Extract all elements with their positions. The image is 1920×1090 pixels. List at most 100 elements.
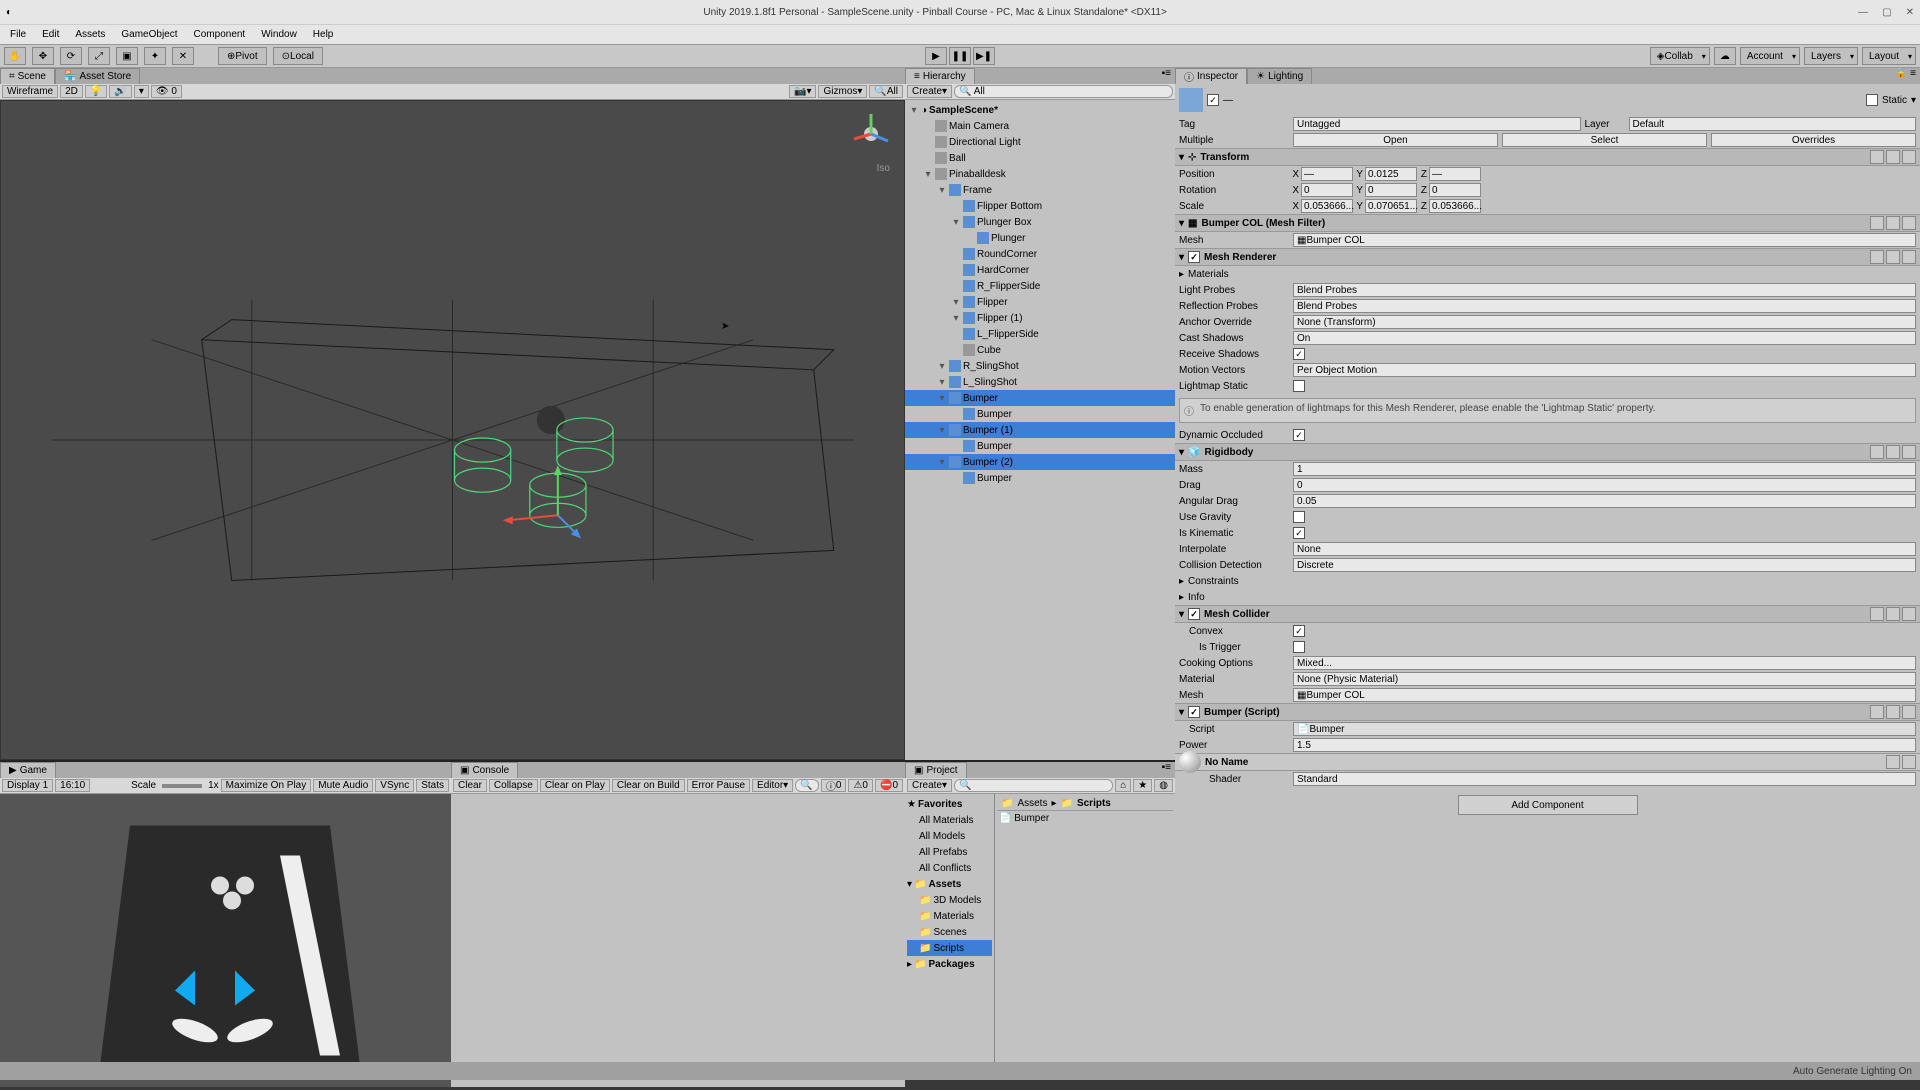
audio-toggle-icon[interactable]: 🔊	[109, 85, 131, 98]
hierarchy-item[interactable]: ▾ Flipper	[905, 294, 1175, 310]
close-icon[interactable]: ✕	[1906, 7, 1914, 18]
pos-z[interactable]: —	[1429, 167, 1481, 181]
hierarchy-item[interactable]: Directional Light	[905, 134, 1175, 150]
hierarchy-tree[interactable]: ▾◑ SampleScene* Main Camera Directional …	[905, 100, 1175, 760]
tab-hierarchy[interactable]: ≡ Hierarchy	[905, 68, 975, 84]
console-editor[interactable]: Editor ▾	[752, 779, 793, 792]
camera-icon[interactable]: 📷▾	[789, 85, 816, 98]
istrigger-checkbox[interactable]	[1293, 641, 1305, 653]
pause-button[interactable]: ❚❚	[949, 47, 971, 65]
add-component-button[interactable]: Add Component	[1458, 795, 1638, 815]
rot-x[interactable]: 0	[1301, 183, 1353, 197]
tab-asset-store[interactable]: 🏪Asset Store	[55, 68, 140, 84]
prefab-overrides[interactable]: Overrides	[1711, 133, 1916, 147]
hierarchy-item[interactable]: ▾ Frame	[905, 182, 1175, 198]
minimize-icon[interactable]: —	[1858, 7, 1868, 18]
filter-icon[interactable]: ⌂	[1115, 779, 1131, 792]
project-create[interactable]: Create ▾	[907, 779, 952, 792]
hierarchy-item[interactable]: Main Camera	[905, 118, 1175, 134]
hierarchy-item[interactable]: ▾◑ SampleScene*	[905, 102, 1175, 118]
tab-scene[interactable]: ⌗Scene	[0, 68, 55, 84]
project-folders[interactable]: ★Favorites All Materials All Models All …	[905, 794, 995, 1080]
tab-project[interactable]: ▣ Project	[905, 762, 967, 778]
pivot-toggle[interactable]: ⊕ Pivot	[218, 47, 267, 65]
gear-icon[interactable]	[1902, 150, 1916, 164]
vsync-toggle[interactable]: VSync	[375, 779, 414, 792]
fx-toggle-icon[interactable]: ▾	[134, 85, 149, 98]
mass-field[interactable]: 1	[1293, 462, 1916, 476]
tab-game[interactable]: ▶ Game	[0, 762, 56, 778]
menu-edit[interactable]: Edit	[36, 27, 65, 42]
hierarchy-item[interactable]: Plunger	[905, 230, 1175, 246]
meshcollider-header[interactable]: ▾ ✓ Mesh Collider	[1175, 605, 1920, 623]
warn-count-icon[interactable]: ⚠0	[848, 779, 873, 792]
account-dropdown[interactable]: Account	[1740, 47, 1800, 65]
favorite-icon[interactable]: ★	[1133, 779, 1152, 792]
power-field[interactable]: 1.5	[1293, 738, 1916, 752]
pos-x[interactable]: —	[1301, 167, 1353, 181]
scale-tool-icon[interactable]: ⤢	[88, 47, 110, 65]
hidden-icon[interactable]: ◍	[1154, 779, 1173, 792]
console-search[interactable]: 🔍	[795, 779, 819, 792]
prefab-open[interactable]: Open	[1293, 133, 1498, 147]
reflprobes-dropdown[interactable]: Blend Probes	[1293, 299, 1916, 313]
gizmos-dropdown[interactable]: Gizmos ▾	[818, 85, 867, 98]
hierarchy-item[interactable]: Ball	[905, 150, 1175, 166]
recshadow-checkbox[interactable]: ✓	[1293, 348, 1305, 360]
rotate-tool-icon[interactable]: ⟳	[60, 47, 82, 65]
meshrenderer-header[interactable]: ▾ ✓ Mesh Renderer	[1175, 248, 1920, 266]
hierarchy-item[interactable]: HardCorner	[905, 262, 1175, 278]
script-field[interactable]: 📄 Bumper	[1293, 722, 1916, 736]
console-clear[interactable]: Clear	[453, 779, 487, 792]
hierarchy-item[interactable]: ▾ Pinaballdesk	[905, 166, 1175, 182]
console-collapse[interactable]: Collapse	[489, 779, 538, 792]
panel-menu-icon[interactable]: ▪≡	[1158, 68, 1175, 84]
scene-view[interactable]: Iso ➤	[0, 100, 905, 760]
hierarchy-create[interactable]: Create ▾	[907, 85, 952, 98]
folder-materials[interactable]: 📁Materials	[907, 908, 992, 924]
play-button[interactable]: ▶	[925, 47, 947, 65]
rect-tool-icon[interactable]: ▣	[116, 47, 138, 65]
lightprobes-dropdown[interactable]: Blend Probes	[1293, 283, 1916, 297]
hierarchy-item[interactable]: R_FlipperSide	[905, 278, 1175, 294]
folder-3dmodels[interactable]: 📁3D Models	[907, 892, 992, 908]
meshfilter-header[interactable]: ▾ ▦ Bumper COL (Mesh Filter)	[1175, 214, 1920, 232]
physmat-field[interactable]: None (Physic Material)	[1293, 672, 1916, 686]
folder-scripts[interactable]: 📁Scripts	[907, 940, 992, 956]
hierarchy-item[interactable]: Bumper	[905, 406, 1175, 422]
scene-search[interactable]: 🔍 All	[869, 85, 903, 98]
hierarchy-item[interactable]: Bumper	[905, 470, 1175, 486]
move-tool-icon[interactable]: ✥	[32, 47, 54, 65]
iskinematic-checkbox[interactable]: ✓	[1293, 527, 1305, 539]
info-count-icon[interactable]: ⓘ0	[821, 779, 847, 792]
hidden-count[interactable]: 👁 0	[151, 85, 182, 98]
rigidbody-header[interactable]: ▾ 🧊 Rigidbody	[1175, 443, 1920, 461]
lock-icon[interactable]: 🔒 ≡	[1891, 68, 1920, 84]
transform-tool-icon[interactable]: ✦	[144, 47, 166, 65]
stats-toggle[interactable]: Stats	[416, 779, 449, 792]
maximize-toggle[interactable]: Maximize On Play	[221, 779, 312, 792]
interpolate-dropdown[interactable]: None	[1293, 542, 1916, 556]
mute-toggle[interactable]: Mute Audio	[313, 779, 373, 792]
hierarchy-item[interactable]: ▾ Bumper (2)	[905, 454, 1175, 470]
fav-prefabs[interactable]: All Prefabs	[907, 844, 992, 860]
transform-header[interactable]: ▾ ⊹ Transform	[1175, 148, 1920, 166]
angdrag-field[interactable]: 0.05	[1293, 494, 1916, 508]
cooking-dropdown[interactable]: Mixed...	[1293, 656, 1916, 670]
file-bumper[interactable]: 📄 Bumper	[997, 811, 1173, 826]
castshadows-dropdown[interactable]: On	[1293, 331, 1916, 345]
hierarchy-search[interactable]: 🔍 All	[954, 85, 1173, 98]
custom-tool-icon[interactable]: ✕	[172, 47, 194, 65]
tab-inspector[interactable]: ⓘ Inspector	[1175, 68, 1247, 84]
scale-z[interactable]: 0.053666...	[1429, 199, 1481, 213]
hand-tool-icon[interactable]: ✋	[4, 47, 26, 65]
tab-lighting[interactable]: ☀ Lighting	[1247, 68, 1312, 84]
anchor-field[interactable]: None (Transform)	[1293, 315, 1916, 329]
tab-console[interactable]: ▣ Console	[451, 762, 518, 778]
usegravity-checkbox[interactable]	[1293, 511, 1305, 523]
breadcrumb[interactable]: 📁Assets ▸ 📁Scripts	[997, 796, 1173, 811]
rot-y[interactable]: 0	[1365, 183, 1417, 197]
material-header[interactable]: No Name	[1175, 753, 1920, 771]
hierarchy-item[interactable]: L_FlipperSide	[905, 326, 1175, 342]
mesh-field[interactable]: ▦ Bumper COL	[1293, 233, 1916, 247]
